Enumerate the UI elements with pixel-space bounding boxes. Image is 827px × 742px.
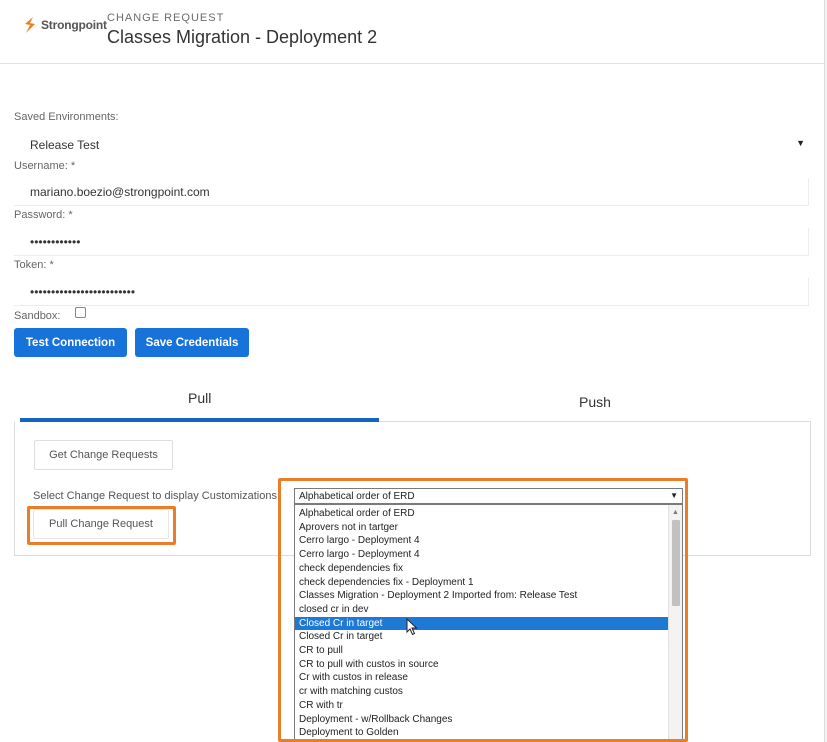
- token-input[interactable]: •••••••••••••••••••••••••: [14, 278, 809, 306]
- saved-environments-label: Saved Environments:: [14, 111, 119, 123]
- password-label: Password: *: [14, 209, 73, 221]
- chevron-down-icon: ▼: [796, 138, 805, 148]
- dropdown-highlight: [278, 478, 688, 742]
- mouse-cursor-icon: [406, 618, 418, 636]
- username-label: Username: *: [14, 160, 76, 172]
- page-section-label: CHANGE REQUEST: [107, 12, 225, 24]
- tab-pull[interactable]: Pull: [188, 390, 211, 406]
- page-title: Classes Migration - Deployment 2: [107, 27, 378, 47]
- strongpoint-logo-icon: [25, 17, 35, 33]
- select-change-request-label: Select Change Request to display Customi…: [33, 490, 281, 502]
- sandbox-label: Sandbox:: [14, 310, 61, 322]
- strongpoint-logo: Strongpoint: [22, 16, 107, 34]
- page-header: Strongpoint CHANGE REQUEST Classes Migra…: [0, 0, 824, 64]
- sandbox-checkbox[interactable]: [75, 307, 86, 318]
- saved-environments-value: Release Test: [30, 138, 100, 152]
- password-input[interactable]: ••••••••••••: [14, 228, 809, 256]
- username-input[interactable]: mariano.boezio@strongpoint.com: [14, 178, 809, 206]
- save-credentials-button[interactable]: Save Credentials: [135, 328, 249, 357]
- test-connection-button[interactable]: Test Connection: [14, 328, 127, 357]
- tab-push[interactable]: Push: [579, 394, 611, 410]
- logo-text: Strongpoint: [41, 18, 107, 32]
- pull-button-highlight: [27, 506, 176, 545]
- token-label: Token: *: [14, 259, 54, 271]
- get-change-requests-button[interactable]: Get Change Requests: [34, 440, 173, 470]
- saved-environments-select[interactable]: Release Test ▼: [14, 131, 809, 157]
